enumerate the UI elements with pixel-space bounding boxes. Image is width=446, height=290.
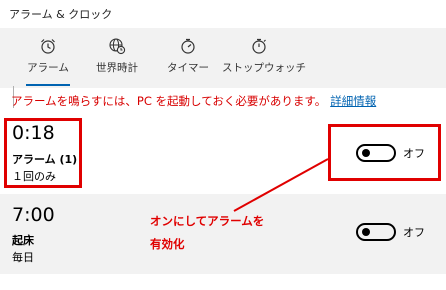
timer-icon (160, 37, 216, 55)
tab-stopwatch-label: ストップウォッチ (222, 62, 306, 74)
alarm-time: 7:00 (12, 204, 55, 226)
pc-awake-notice: アラームを鳴らすには、PC を起動しておく必要があります。 詳細情報 (11, 93, 376, 109)
world-clock-icon (86, 37, 148, 55)
tab-world-clock-label: 世界時計 (96, 62, 138, 74)
annotation-line-2: 有効化 (150, 237, 185, 251)
active-tab-indicator (26, 84, 70, 86)
more-info-link[interactable]: 詳細情報 (330, 94, 376, 108)
title-bar: アラーム & クロック (0, 0, 446, 28)
tab-alarm-label: アラーム (27, 62, 69, 74)
alarm-name: 起床 (12, 234, 34, 247)
toggle-state-label: オフ (403, 226, 425, 239)
stopwatch-icon (222, 37, 296, 55)
tab-timer[interactable]: タイマー (160, 28, 216, 86)
notice-text: アラームを鳴らすには、PC を起動しておく必要があります。 (11, 94, 327, 108)
annotation-line-1: オンにしてアラームを (150, 214, 265, 228)
alarm-item[interactable]: 7:00 起床 毎日 オフ (0, 194, 446, 274)
alarm-clock-icon (18, 37, 78, 55)
highlight-box-alarm-info (4, 118, 82, 188)
alarm-repeat: 毎日 (12, 251, 34, 264)
tab-timer-label: タイマー (167, 62, 209, 74)
tab-world-clock[interactable]: 世界時計 (86, 28, 148, 86)
app-title: アラーム & クロック (9, 8, 113, 21)
tab-bar: アラーム 世界時計 タイマー ストップウォッチ (0, 28, 446, 108)
toggle-knob (362, 228, 370, 236)
alarm-toggle[interactable] (356, 223, 396, 241)
tab-stopwatch[interactable]: ストップウォッチ (222, 28, 306, 86)
tab-alarm[interactable]: アラーム (18, 28, 78, 86)
highlight-box-toggle (328, 124, 441, 181)
